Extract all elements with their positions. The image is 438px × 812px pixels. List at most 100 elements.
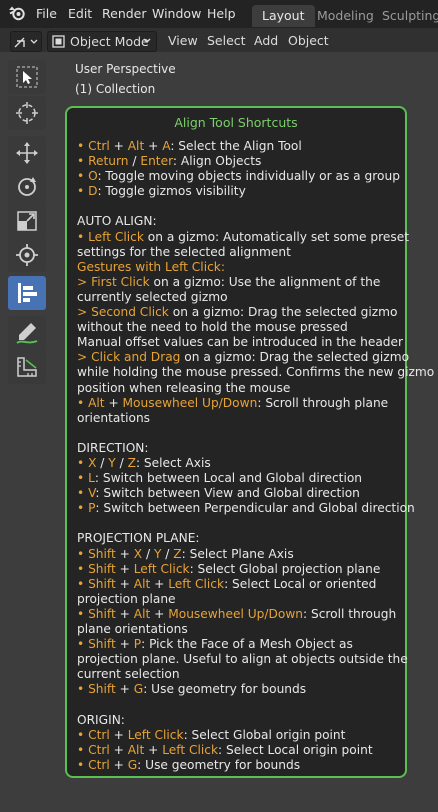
shortcut-text: + [115,606,134,621]
shortcut-line: • Ctrl + Alt + Left Click: Select Local … [77,743,399,758]
shortcut-text: + [150,576,169,591]
measure-tool[interactable] [8,350,46,384]
shortcut-text: projection plane. Useful to align at obj… [77,652,408,667]
view-menu[interactable]: View [168,31,198,50]
shortcut-line: ORIGIN: [77,713,399,728]
shortcut-text: + [115,561,134,576]
shortcut-text: : Select Local origin point [218,742,373,757]
align-icon [18,283,37,303]
tab-sculpting[interactable]: Sculpting [372,5,438,27]
menu-render[interactable]: Render [102,6,147,21]
transform-tool[interactable] [8,238,46,272]
move-tool[interactable] [8,136,46,170]
shortcut-line: • Alt + Mousewheel Up/Down: Scroll throu… [77,396,399,411]
shortcut-line: current selection [77,667,399,682]
shortcut-line: • Ctrl + G: Use geometry for bounds [77,758,399,773]
shortcut-text: : Toggle gizmos visibility [97,184,246,199]
shortcut-text: + [115,546,134,561]
shortcut-key: • Shift [77,637,116,652]
shortcut-text: + [115,682,134,697]
shortcut-text: / [128,154,141,169]
shortcut-text: + [150,606,169,621]
shortcut-text: : Select the Align Tool [170,139,302,153]
shortcut-key: • O [77,169,98,184]
shortcut-text: / [142,546,154,561]
shortcut-key: Mousewheel Up/Down [168,606,304,621]
menu-window[interactable]: Window [152,6,201,21]
shortcut-key: • X [77,455,97,470]
tab-layout[interactable]: Layout [252,5,315,27]
editor-type-button[interactable] [10,31,42,52]
shortcut-text: : Use geometry for bounds [143,682,307,697]
menu-help[interactable]: Help [207,6,236,21]
shortcut-line: > Second Click on a gizmo: Drag the sele… [77,305,399,320]
shortcut-line: projection plane. Useful to align at obj… [77,652,408,667]
shortcut-line: • Shift + Left Click: Select Global proj… [77,562,399,577]
shortcut-text: : Switch between Perpendicular and Globa… [95,501,415,516]
viewport-perspective-label: User Perspective [75,62,176,76]
shortcut-text: on a gizmo: Drag the selected gizmo [180,350,410,365]
shortcut-line: without the need to hold the mouse press… [77,320,399,335]
cursor-tool[interactable] [8,96,46,130]
add-menu[interactable]: Add [254,31,278,50]
annotate-tool[interactable] [8,316,46,350]
shortcut-key: Left Click [162,742,219,757]
shortcut-line: • Ctrl + Left Click: Select Global origi… [77,728,399,743]
shortcut-line: DIRECTION: [77,441,399,456]
shortcut-text: : Select Axis [135,455,211,470]
blender-logo-icon[interactable] [8,4,26,22]
shortcut-text: AUTO ALIGN: [77,214,157,229]
object-menu[interactable]: Object [288,31,329,50]
shortcut-line: • Ctrl + Alt + A: Select the Align Tool [77,139,399,154]
scale-tool[interactable] [8,204,46,238]
shortcut-line: • L: Switch between Local and Global dir… [77,471,399,486]
shortcut-key: • L [77,471,95,486]
viewport-header: Object Mode View Select Add Object [0,28,438,52]
shortcut-line: • Shift + Alt + Mousewheel Up/Down: Scro… [77,607,399,622]
select-box-icon [16,66,38,88]
shortcut-key: • Left Click [77,229,144,244]
shortcut-text: orientations [77,410,151,425]
shortcut-key: • P [77,501,96,516]
scale-icon [17,211,37,231]
shortcut-key: Alt [133,606,151,621]
shortcut-line: • Return / Enter: Align Objects [77,154,399,169]
shortcut-text: : Select Plane Axis [181,546,294,561]
shortcut-text: : Pick the Face of a Mesh Object as [141,637,353,652]
shortcut-line: • Shift + G: Use geometry for bounds [77,682,399,697]
shortcut-text: : Align Objects [172,154,262,169]
shortcut-key: Left Click [127,727,184,742]
object-mode-label: Object Mode [70,34,149,49]
shortcut-text: position when releasing the mouse [77,380,291,395]
shortcut-line: currently selected gizmo [77,290,399,305]
cursor-icon [16,102,38,124]
shortcut-text: + [104,395,123,410]
shortcut-key: • Shift [77,606,116,621]
shortcut-text: on a gizmo: Use the alignment of the [149,274,381,289]
shortcut-text: : Toggle moving objects individually or … [97,169,400,184]
object-mode-dropdown[interactable]: Object Mode [47,31,157,52]
shortcut-line: > Click and Drag on a gizmo: Drag the se… [77,350,409,365]
menu-file[interactable]: File [36,6,57,21]
align-tool[interactable] [8,276,46,310]
rotate-tool[interactable] [8,170,46,204]
shortcut-text: + [109,727,128,742]
menu-edit[interactable]: Edit [68,6,92,21]
shortcut-line: • D: Toggle gizmos visibility [77,184,399,199]
shortcut-text: : Scroll through [303,606,397,621]
measure-icon [17,357,37,377]
shortcut-text: Manual offset values can be introduced i… [77,335,404,350]
shortcut-text: + [115,637,134,652]
select-menu[interactable]: Select [207,31,246,50]
shortcut-key: X [133,546,143,561]
editor-type-icon [14,37,38,48]
shortcut-line: > First Click on a gizmo: Use the alignm… [77,275,399,290]
shortcut-key: > First Click [77,274,150,289]
shortcut-text: ORIGIN: [77,712,125,727]
shortcut-line: orientations [77,411,399,426]
shortcut-line: • Shift + P: Pick the Face of a Mesh Obj… [77,637,399,652]
shortcut-text: + [109,742,128,757]
select-box-tool[interactable] [8,60,46,94]
